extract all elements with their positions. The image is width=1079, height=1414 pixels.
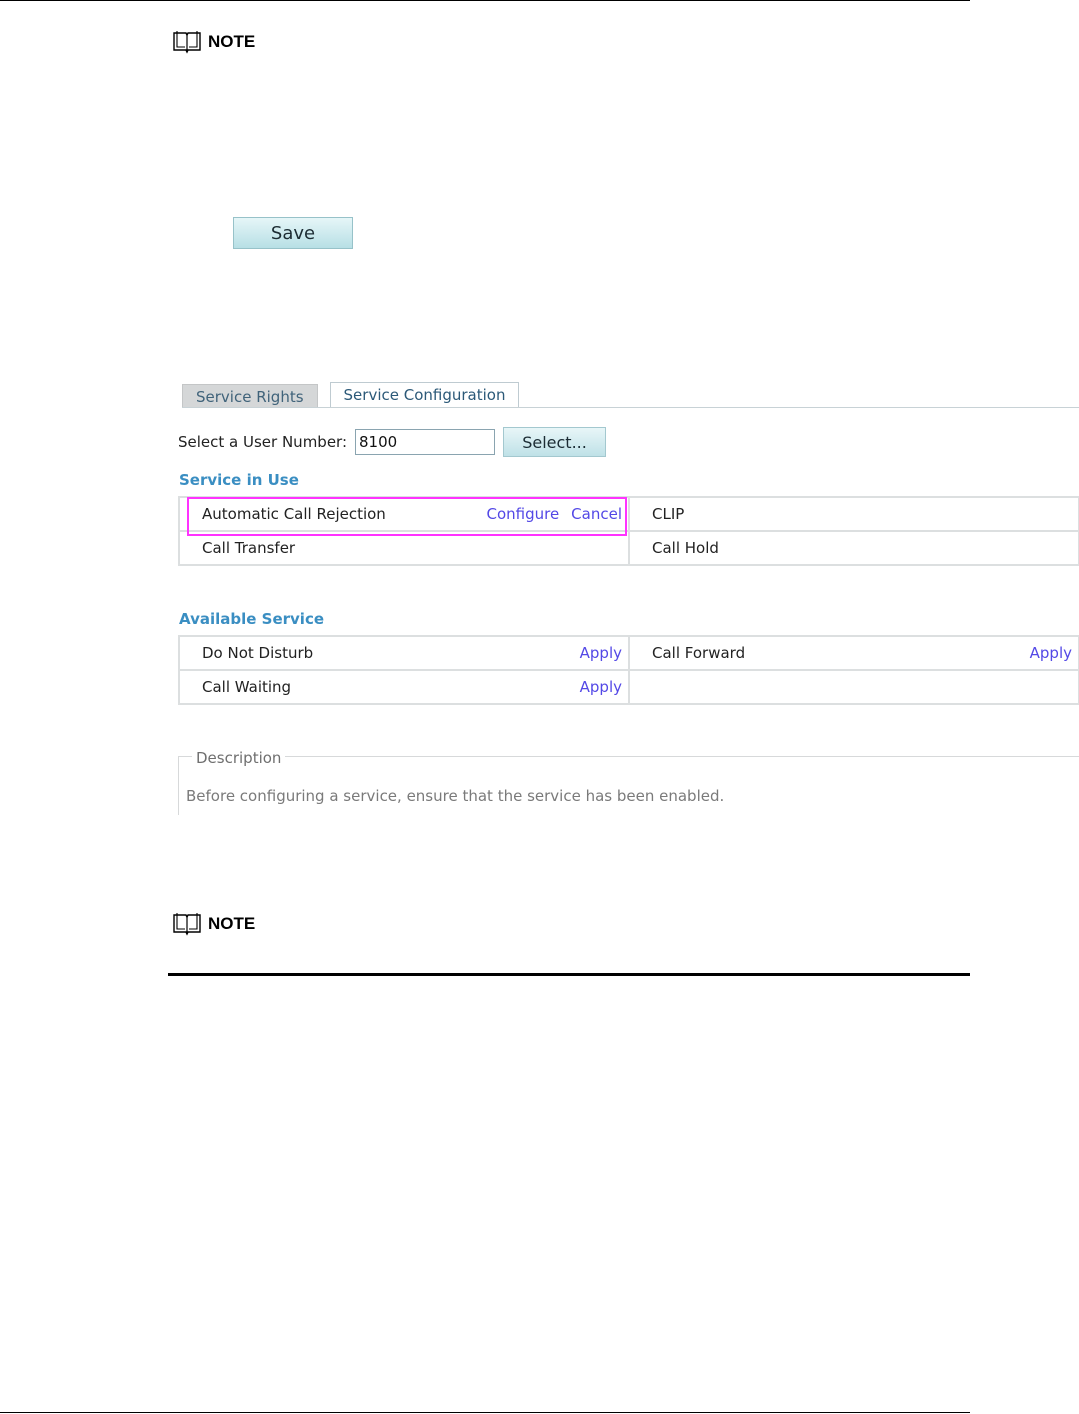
table-row: Call Waiting Apply xyxy=(178,669,1079,705)
service-name: Automatic Call Rejection xyxy=(202,505,386,523)
service-name: Do Not Disturb xyxy=(202,644,314,662)
tab-service-configuration[interactable]: Service Configuration xyxy=(329,382,520,408)
note-label: NOTE xyxy=(208,32,256,51)
top-rule xyxy=(0,0,970,1)
table-row: Call Transfer Call Hold xyxy=(178,530,1079,566)
table-row: Automatic Call Rejection Configure Cance… xyxy=(178,496,1079,532)
service-name: Call Hold xyxy=(652,539,719,557)
service-name: Call Forward xyxy=(652,644,746,662)
description-text: Before configuring a service, ensure tha… xyxy=(186,787,725,805)
note-header-bottom: NOTE xyxy=(172,912,255,936)
service-in-use-title: Service in Use xyxy=(179,471,299,489)
service-name: Call Transfer xyxy=(202,539,296,557)
service-name: CLIP xyxy=(652,505,685,523)
apply-link[interactable]: Apply xyxy=(580,678,622,696)
bottom-rule xyxy=(0,1412,970,1413)
apply-link[interactable]: Apply xyxy=(1030,644,1072,662)
configure-link[interactable]: Configure xyxy=(486,505,559,523)
table-row: Do Not Disturb Apply Call Forward Apply xyxy=(178,635,1079,671)
note-header-top: NOTE xyxy=(172,30,255,54)
service-name: Call Waiting xyxy=(202,678,292,696)
apply-link[interactable]: Apply xyxy=(580,644,622,662)
user-number-label: Select a User Number: xyxy=(178,433,348,451)
service-in-use-table: Automatic Call Rejection Configure Cance… xyxy=(178,496,1079,566)
description-legend: Description xyxy=(192,749,286,767)
tab-bar: Service Rights Service Configuration xyxy=(182,382,520,408)
book-icon xyxy=(173,31,201,54)
cancel-link[interactable]: Cancel xyxy=(571,505,622,523)
note-label: NOTE xyxy=(208,914,256,933)
available-service-table: Do Not Disturb Apply Call Forward Apply … xyxy=(178,635,1079,705)
tab-divider xyxy=(182,407,1079,408)
save-button[interactable]: Save xyxy=(233,217,353,249)
user-number-input[interactable] xyxy=(355,429,496,455)
book-icon xyxy=(173,913,201,936)
note-rule xyxy=(168,973,970,976)
tab-service-rights[interactable]: Service Rights xyxy=(182,384,318,408)
available-service-title: Available Service xyxy=(179,610,325,628)
description-fieldset xyxy=(178,756,1079,815)
select-user-button[interactable]: Select... xyxy=(503,427,607,457)
user-number-row: Select a User Number: Select... xyxy=(178,427,607,457)
